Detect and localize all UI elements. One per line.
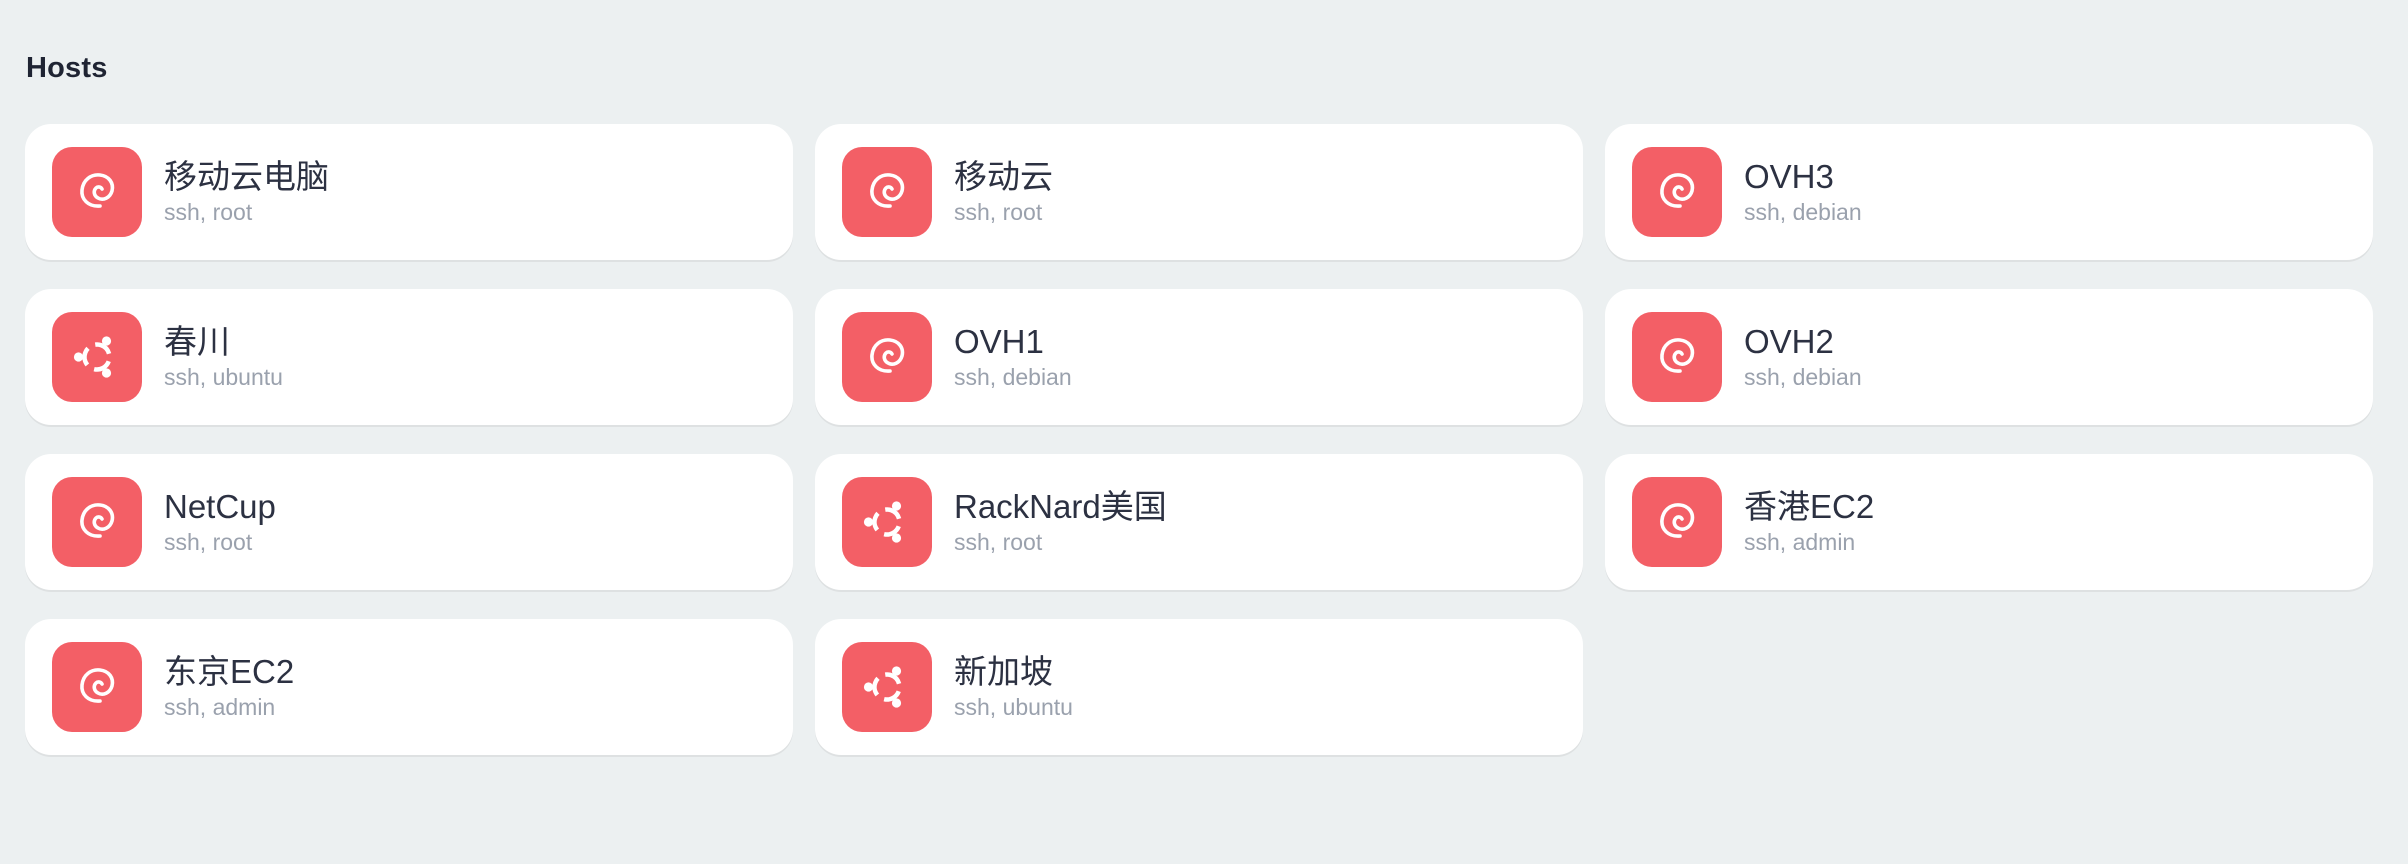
host-name: 香港EC2 [1744, 487, 1875, 525]
host-details: ssh, debian [1744, 363, 1862, 390]
debian-icon [1632, 312, 1722, 402]
host-card[interactable]: OVH1 ssh, debian [815, 289, 1583, 425]
host-details: ssh, ubuntu [164, 363, 283, 390]
debian-icon [52, 147, 142, 237]
host-card[interactable]: 移动云电脑 ssh, root [25, 124, 793, 260]
host-card[interactable]: NetCup ssh, root [25, 454, 793, 590]
host-name: 东京EC2 [164, 652, 295, 690]
host-details: ssh, debian [1744, 198, 1862, 225]
host-name: OVH3 [1744, 157, 1834, 195]
host-card[interactable]: 移动云 ssh, root [815, 124, 1583, 260]
ubuntu-icon [52, 312, 142, 402]
host-details: ssh, ubuntu [954, 693, 1073, 720]
host-name: NetCup [164, 487, 276, 525]
debian-icon [842, 147, 932, 237]
host-card[interactable]: 香港EC2 ssh, admin [1605, 454, 2373, 590]
host-card[interactable]: 东京EC2 ssh, admin [25, 619, 793, 755]
section-title: Hosts [26, 52, 108, 84]
hosts-grid: 移动云电脑 ssh, root 移动云 ssh, root OVH3 ssh, … [25, 124, 2373, 755]
debian-icon [1632, 477, 1722, 567]
debian-icon [1632, 147, 1722, 237]
host-details: ssh, root [164, 528, 253, 555]
host-card[interactable]: RackNard美国 ssh, root [815, 454, 1583, 590]
host-name: OVH2 [1744, 322, 1834, 360]
host-name: RackNard美国 [954, 487, 1167, 525]
host-details: ssh, admin [1744, 528, 1856, 555]
host-name: 移动云电脑 [164, 157, 329, 195]
host-card[interactable]: 春川 ssh, ubuntu [25, 289, 793, 425]
host-name: 新加坡 [954, 652, 1053, 690]
debian-icon [52, 477, 142, 567]
host-details: ssh, root [164, 198, 253, 225]
debian-icon [842, 312, 932, 402]
host-card[interactable]: OVH2 ssh, debian [1605, 289, 2373, 425]
host-details: ssh, root [954, 198, 1043, 225]
host-name: 春川 [164, 322, 230, 360]
host-card[interactable]: OVH3 ssh, debian [1605, 124, 2373, 260]
host-name: OVH1 [954, 322, 1044, 360]
host-name: 移动云 [954, 157, 1053, 195]
ubuntu-icon [842, 477, 932, 567]
ubuntu-icon [842, 642, 932, 732]
host-details: ssh, root [954, 528, 1043, 555]
debian-icon [52, 642, 142, 732]
host-details: ssh, admin [164, 693, 276, 720]
host-details: ssh, debian [954, 363, 1072, 390]
host-card[interactable]: 新加坡 ssh, ubuntu [815, 619, 1583, 755]
